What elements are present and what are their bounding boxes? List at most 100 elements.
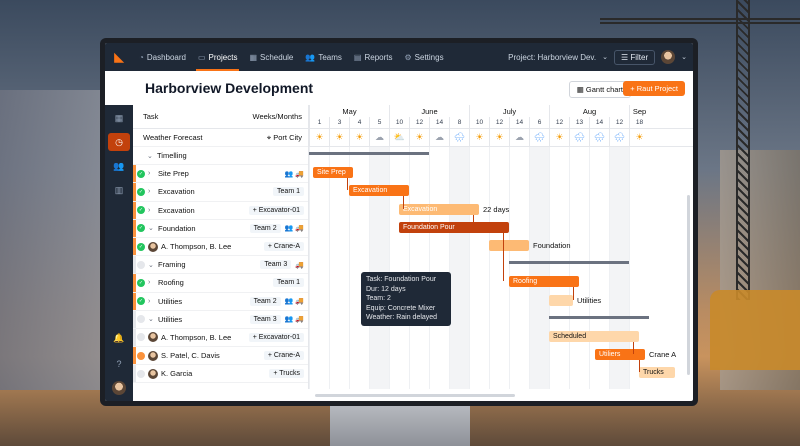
nav-item-teams[interactable]: 👥 Teams bbox=[299, 43, 348, 71]
chevron-down-icon: ⌄ bbox=[602, 54, 608, 61]
check-icon: ✓ bbox=[137, 297, 145, 306]
resource-icons: 👥 🚚 bbox=[284, 298, 304, 306]
gantt-chart-button[interactable]: ▦ Gantt chart bbox=[568, 81, 631, 98]
chevron-down-icon[interactable]: ⌄ bbox=[148, 315, 156, 323]
grid-line bbox=[569, 147, 570, 389]
task-list-header: Task Weeks/Months bbox=[133, 105, 308, 129]
project-selector[interactable]: Project: Harborview Dev. bbox=[508, 53, 596, 62]
chevron-right-icon[interactable]: › bbox=[148, 298, 156, 305]
task-bar[interactable]: Site Prep bbox=[313, 167, 353, 179]
day-label: 12 bbox=[549, 117, 569, 128]
task-row[interactable]: ✓ ⌄ Foundation Team 2 👥 🚚 bbox=[133, 219, 308, 238]
task-row[interactable]: ✓ › Roofing Team 1 bbox=[133, 274, 308, 293]
task-row[interactable]: ✓ › Excavation + Excavator-01 bbox=[133, 201, 308, 220]
task-row[interactable]: ✓ › Utilities Team 2 👥 🚚 bbox=[133, 292, 308, 311]
gantt-chart: May June July Aug Sep 1 3 4 5 10 12 14 8 10 12 14 6 12 13… bbox=[309, 105, 693, 389]
task-bar[interactable]: Excavation bbox=[399, 203, 479, 215]
chevron-right-icon[interactable]: › bbox=[148, 207, 156, 214]
task-row[interactable]: ⌄ Timelling bbox=[133, 147, 308, 166]
background-crane-arm bbox=[600, 18, 800, 24]
clock-icon[interactable]: ◷ bbox=[108, 133, 130, 151]
filter-button[interactable]: ☰ Filter bbox=[613, 49, 656, 65]
weather-row: Weather Forecast ⌖ Port City bbox=[133, 129, 308, 147]
task-bar[interactable]: Foundation Pour bbox=[399, 221, 509, 233]
task-bar[interactable]: Scheduled bbox=[549, 331, 639, 342]
resource-tag: + Excavator-01 bbox=[248, 205, 304, 215]
task-bar[interactable]: Utiliers bbox=[595, 349, 645, 361]
users-icon[interactable]: 👥 bbox=[108, 157, 130, 175]
sun-icon: ☀ bbox=[329, 129, 349, 146]
task-row[interactable]: ⌄ Utilities Team 3 👥 🚚 bbox=[133, 310, 308, 329]
check-icon: ✓ bbox=[137, 224, 145, 233]
task-row[interactable]: A. Thompson, B. Lee + Excavator-01 bbox=[133, 328, 308, 348]
nav-item-settings[interactable]: ⚙ Settings bbox=[398, 43, 449, 71]
day-label: 8 bbox=[449, 117, 469, 128]
grid-line bbox=[549, 147, 550, 389]
weeks-column-header: Weeks/Months bbox=[252, 112, 302, 121]
day-label: 10 bbox=[469, 117, 489, 128]
check-icon: ✓ bbox=[137, 169, 145, 178]
day-label: 12 bbox=[489, 117, 509, 128]
task-bar[interactable]: Roofing bbox=[509, 276, 579, 288]
day-label: 6 bbox=[529, 117, 549, 128]
summary-bar[interactable] bbox=[549, 315, 649, 319]
buildings-icon[interactable]: ▥ bbox=[108, 181, 130, 199]
task-name: Excavation bbox=[158, 205, 195, 215]
chevron-down-icon[interactable]: ⌄ bbox=[148, 261, 156, 269]
day-label: 14 bbox=[589, 117, 609, 128]
dependency-connector bbox=[403, 196, 404, 209]
chevron-right-icon[interactable]: › bbox=[148, 279, 156, 286]
app-window: ◣ ◔ Dashboard ▭ Projects ▦ Schedule 👥 Teams ▤ Rep… bbox=[105, 43, 693, 401]
nav-item-projects[interactable]: ▭ Projects bbox=[192, 43, 243, 71]
row-status-stripe bbox=[133, 256, 136, 274]
add-project-button[interactable]: + Raut Project bbox=[623, 81, 685, 96]
summary-bar[interactable] bbox=[309, 152, 429, 155]
chevron-right-icon[interactable]: › bbox=[148, 170, 156, 177]
resource-tag: Team 3 bbox=[249, 314, 281, 324]
chevron-down-icon[interactable]: ⌄ bbox=[148, 224, 156, 232]
nav-item-reports[interactable]: ▤ Reports bbox=[348, 43, 399, 71]
avatar bbox=[148, 332, 158, 343]
page-title: Harborview Development bbox=[145, 80, 314, 96]
rain-icon: 🌧 bbox=[529, 129, 549, 146]
task-name: Foundation bbox=[158, 223, 196, 233]
grid-line bbox=[409, 147, 410, 389]
task-row[interactable]: K. Garcia + Trucks bbox=[133, 365, 308, 384]
task-bar[interactable] bbox=[489, 240, 529, 251]
row-status-stripe bbox=[133, 292, 136, 310]
calendar-icon: ▦ bbox=[249, 52, 258, 62]
help-icon[interactable]: ? bbox=[108, 355, 130, 373]
task-row[interactable]: ✓ A. Thompson, B. Lee + Crane-A bbox=[133, 237, 308, 257]
avatar bbox=[148, 241, 158, 252]
nav-item-dashboard[interactable]: ◔ Dashboard bbox=[133, 43, 192, 71]
chevron-down-icon[interactable]: ⌄ bbox=[147, 152, 155, 160]
task-bar[interactable]: Excavation bbox=[349, 185, 409, 197]
task-name: Roofing bbox=[158, 278, 184, 288]
task-row[interactable]: S. Patel, C. Davis + Crane-A bbox=[133, 347, 308, 366]
avatar[interactable] bbox=[661, 50, 676, 64]
check-icon: ✓ bbox=[137, 187, 145, 196]
rain-icon: 🌧 bbox=[569, 129, 589, 146]
task-row[interactable]: ✓ › Excavation Team 1 bbox=[133, 183, 308, 202]
horizontal-scrollbar[interactable] bbox=[315, 394, 515, 397]
filter-label: Filter bbox=[630, 52, 649, 62]
summary-bar[interactable] bbox=[509, 261, 629, 265]
task-bar[interactable]: Trucks bbox=[639, 367, 675, 379]
task-name: Site Prep bbox=[158, 169, 189, 179]
vertical-scrollbar[interactable] bbox=[687, 195, 690, 375]
month-label: Aug bbox=[549, 105, 629, 117]
task-row[interactable]: ✓ › Site Prep 👥 🚚 bbox=[133, 165, 308, 184]
avatar[interactable] bbox=[112, 381, 126, 395]
chevron-right-icon[interactable]: › bbox=[148, 188, 156, 195]
bell-icon[interactable]: 🔔 bbox=[108, 329, 130, 347]
task-bar[interactable] bbox=[549, 294, 573, 306]
task-name: A. Thompson, B. Lee bbox=[161, 242, 232, 252]
day-label: 13 bbox=[569, 117, 589, 128]
weather-label: Weather Forecast bbox=[143, 133, 203, 142]
nav-item-schedule[interactable]: ▦ Schedule bbox=[243, 43, 299, 71]
task-row[interactable]: ⌄ Framing Team 3 🚚 bbox=[133, 256, 308, 275]
grid-icon[interactable]: ▦ bbox=[108, 109, 130, 127]
tooltip-line: Team: 2 bbox=[366, 295, 391, 302]
location-text: Port City bbox=[273, 132, 302, 142]
tooltip-line: Dur: 12 days bbox=[366, 285, 406, 293]
